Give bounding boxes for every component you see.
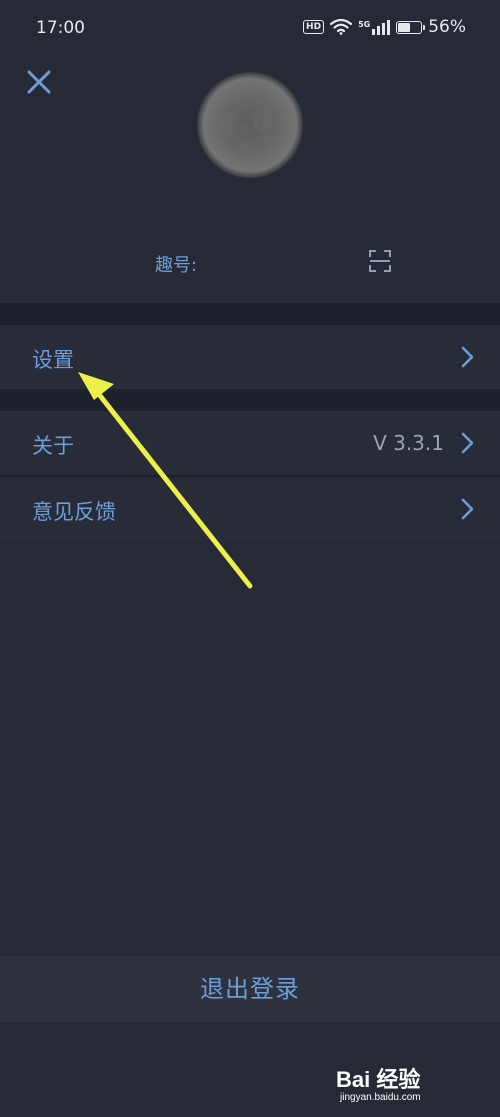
- network-label: 5G: [358, 19, 371, 29]
- wifi-icon: [330, 19, 353, 35]
- chevron-right-icon: [461, 498, 474, 520]
- menu-item-settings-label: 设置: [32, 348, 74, 372]
- signal-5g-icon: 5G: [358, 19, 391, 35]
- qu-id-label: 趣号:: [155, 255, 198, 276]
- chevron-right-icon: [461, 346, 474, 368]
- avatar-text: ℳ.01: [207, 108, 293, 138]
- menu-item-about[interactable]: 关于 V 3.3.1: [0, 411, 500, 475]
- status-time: 17:00: [36, 18, 85, 38]
- close-icon: [27, 70, 51, 94]
- separator-band: [0, 303, 500, 325]
- separator-band: [0, 389, 500, 411]
- chevron-right-icon: [461, 432, 474, 454]
- battery-icon: [396, 20, 426, 34]
- logout-button[interactable]: 退出登录: [0, 956, 500, 1022]
- scan-icon: [369, 250, 391, 272]
- hd-icon: HD: [303, 20, 325, 34]
- scan-button[interactable]: [368, 249, 392, 273]
- status-icons: HD 5G 56%: [303, 17, 466, 37]
- baidu-watermark: Bai 经验 jingyan.baidu.com: [336, 1062, 456, 1110]
- status-bar: 17:00 HD 5G 56%: [0, 0, 500, 58]
- battery-fill: [398, 22, 411, 32]
- version-value: V 3.3.1: [373, 431, 444, 455]
- signal-bars-icon: [372, 19, 391, 35]
- battery-percent: 56%: [428, 17, 466, 37]
- menu-item-feedback[interactable]: 意见反馈: [0, 477, 500, 541]
- menu-item-feedback-label: 意见反馈: [32, 500, 116, 524]
- avatar[interactable]: ℳ.01: [197, 72, 303, 178]
- close-button[interactable]: [24, 67, 54, 97]
- menu-item-settings[interactable]: 设置: [0, 325, 500, 389]
- menu-item-about-label: 关于: [32, 434, 74, 458]
- watermark-url: jingyan.baidu.com: [340, 1092, 421, 1103]
- watermark-title: Bai 经验: [336, 1067, 421, 1092]
